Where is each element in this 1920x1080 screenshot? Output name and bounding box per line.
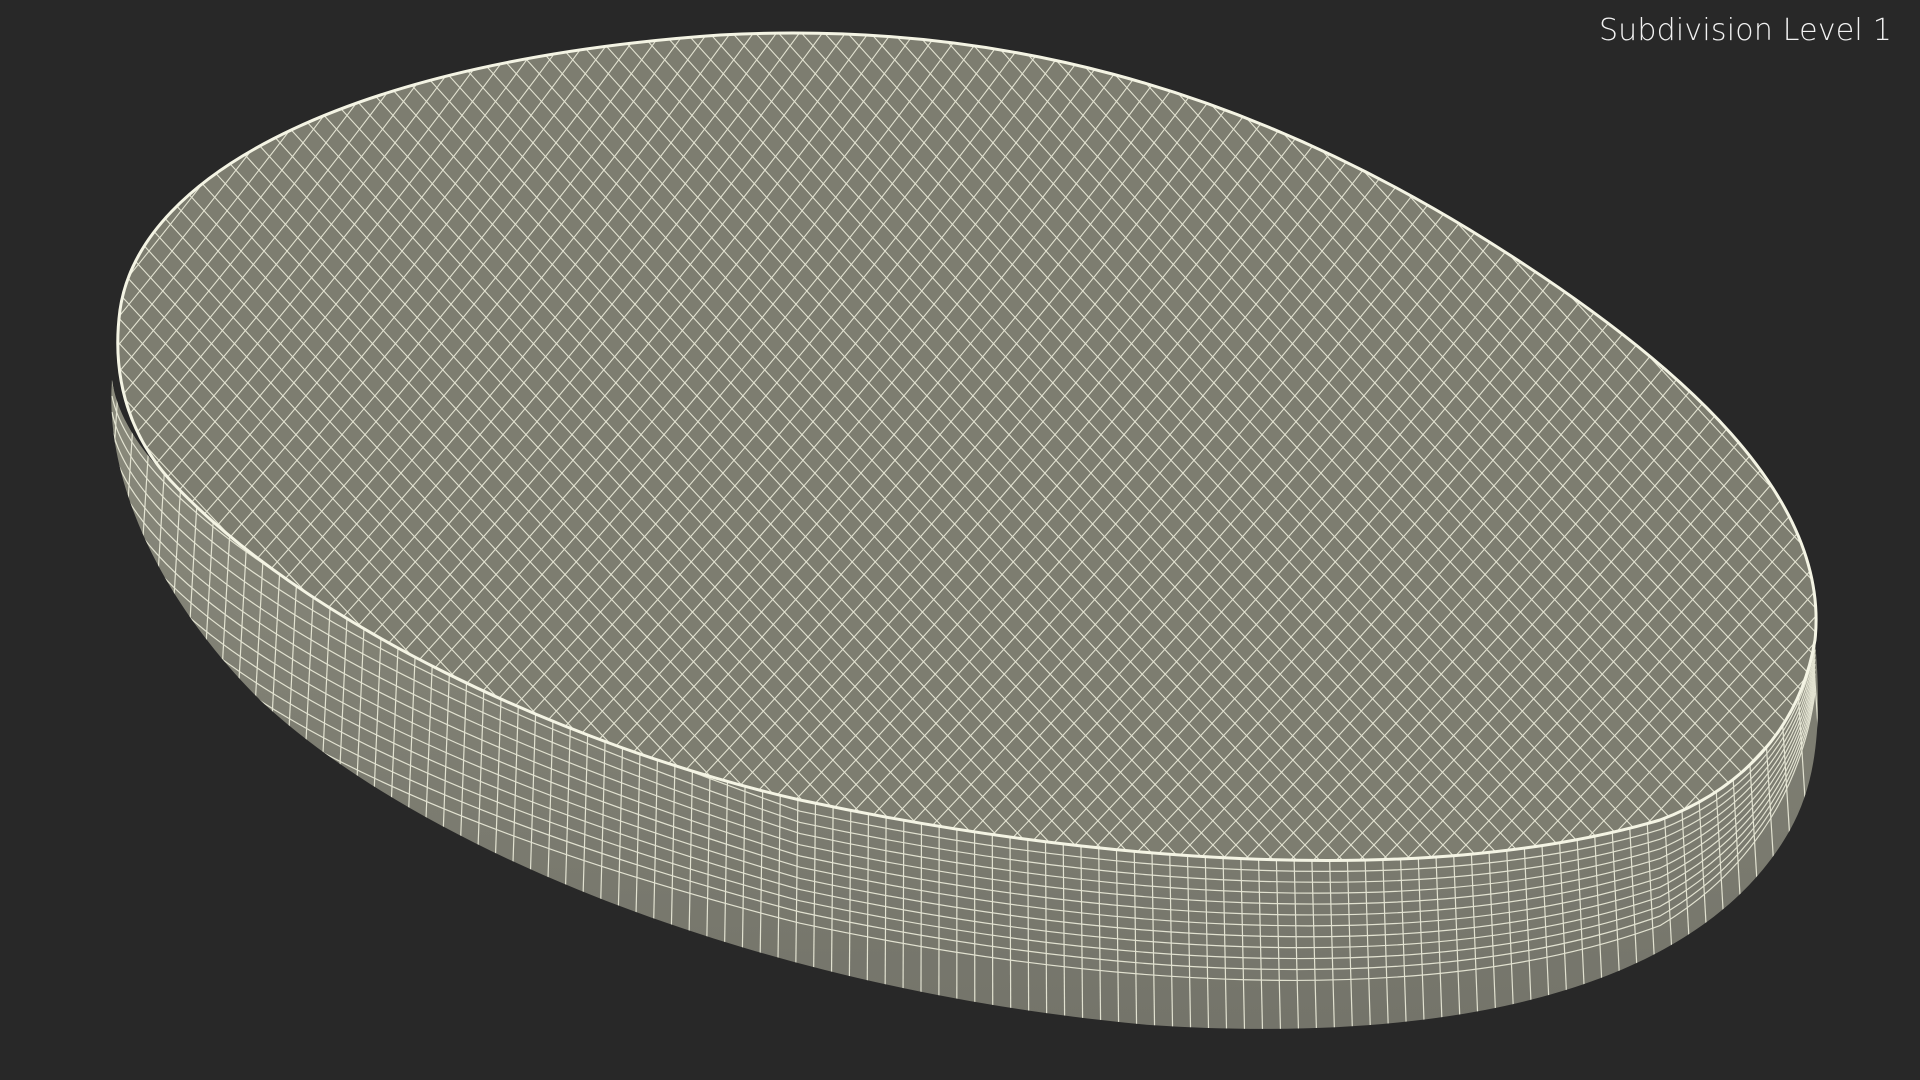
wireframe-mesh	[111, 31, 1818, 1029]
viewport-3d[interactable]: Subdivision Level 1	[0, 0, 1920, 1080]
subdivision-level-label: Subdivision Level 1	[1598, 13, 1892, 48]
